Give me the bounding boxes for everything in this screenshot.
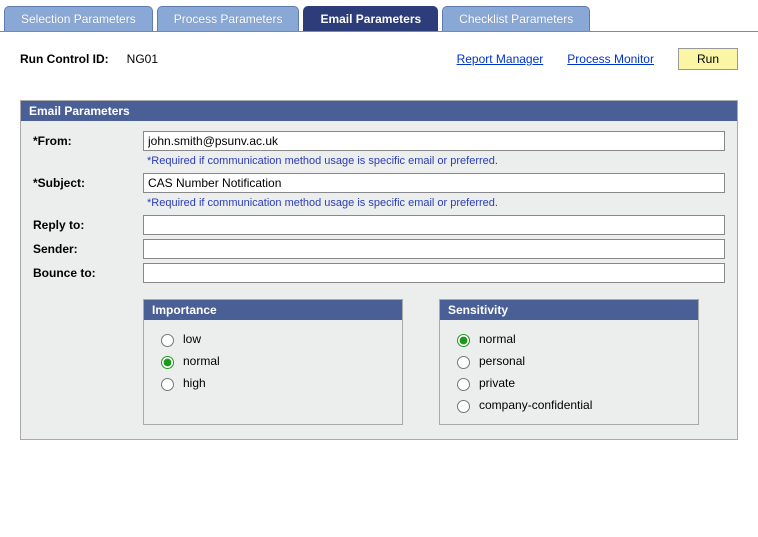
- run-button[interactable]: Run: [678, 48, 738, 70]
- reply-to-input[interactable]: [143, 215, 725, 235]
- from-input[interactable]: [143, 131, 725, 151]
- tab-process-parameters[interactable]: Process Parameters: [157, 6, 300, 31]
- sensitivity-private-label: private: [479, 376, 515, 390]
- top-bar: Run Control ID: NG01 Report Manager Proc…: [0, 32, 758, 78]
- sensitivity-personal-option[interactable]: personal: [452, 350, 686, 372]
- run-control-id-label: Run Control ID:: [20, 52, 109, 66]
- sensitivity-personal-radio[interactable]: [457, 356, 470, 369]
- sensitivity-confidential-radio[interactable]: [457, 400, 470, 413]
- reply-to-label: Reply to:: [33, 218, 143, 232]
- panel-title: Email Parameters: [21, 101, 737, 121]
- importance-normal-option[interactable]: normal: [156, 350, 390, 372]
- importance-low-label: low: [183, 332, 201, 346]
- importance-high-label: high: [183, 376, 206, 390]
- tab-selection-parameters[interactable]: Selection Parameters: [4, 6, 153, 31]
- email-parameters-panel: Email Parameters *From: *Required if com…: [20, 100, 738, 440]
- importance-normal-radio[interactable]: [161, 356, 174, 369]
- importance-high-radio[interactable]: [161, 378, 174, 391]
- sensitivity-private-option[interactable]: private: [452, 372, 686, 394]
- sensitivity-personal-label: personal: [479, 354, 525, 368]
- subject-input[interactable]: [143, 173, 725, 193]
- run-control-id-value: NG01: [127, 52, 158, 66]
- importance-title: Importance: [144, 300, 402, 320]
- sensitivity-confidential-label: company-confidential: [479, 398, 592, 412]
- sensitivity-normal-label: normal: [479, 332, 516, 346]
- from-hint: *Required if communication method usage …: [143, 153, 725, 173]
- sensitivity-group: Sensitivity normal personal private: [439, 299, 699, 425]
- importance-low-radio[interactable]: [161, 334, 174, 347]
- sensitivity-private-radio[interactable]: [457, 378, 470, 391]
- subject-label: *Subject:: [33, 176, 143, 190]
- from-label: *From:: [33, 134, 143, 148]
- sensitivity-normal-option[interactable]: normal: [452, 328, 686, 350]
- sender-label: Sender:: [33, 242, 143, 256]
- importance-high-option[interactable]: high: [156, 372, 390, 394]
- importance-group: Importance low normal high: [143, 299, 403, 425]
- sender-input[interactable]: [143, 239, 725, 259]
- importance-normal-label: normal: [183, 354, 220, 368]
- sensitivity-normal-radio[interactable]: [457, 334, 470, 347]
- subject-hint: *Required if communication method usage …: [143, 195, 725, 215]
- sensitivity-title: Sensitivity: [440, 300, 698, 320]
- bounce-to-label: Bounce to:: [33, 266, 143, 280]
- importance-low-option[interactable]: low: [156, 328, 390, 350]
- report-manager-link[interactable]: Report Manager: [457, 52, 544, 66]
- process-monitor-link[interactable]: Process Monitor: [567, 52, 654, 66]
- tab-email-parameters[interactable]: Email Parameters: [303, 6, 438, 31]
- bounce-to-input[interactable]: [143, 263, 725, 283]
- tab-checklist-parameters[interactable]: Checklist Parameters: [442, 6, 590, 31]
- tab-bar: Selection Parameters Process Parameters …: [0, 0, 758, 32]
- sensitivity-confidential-option[interactable]: company-confidential: [452, 394, 686, 416]
